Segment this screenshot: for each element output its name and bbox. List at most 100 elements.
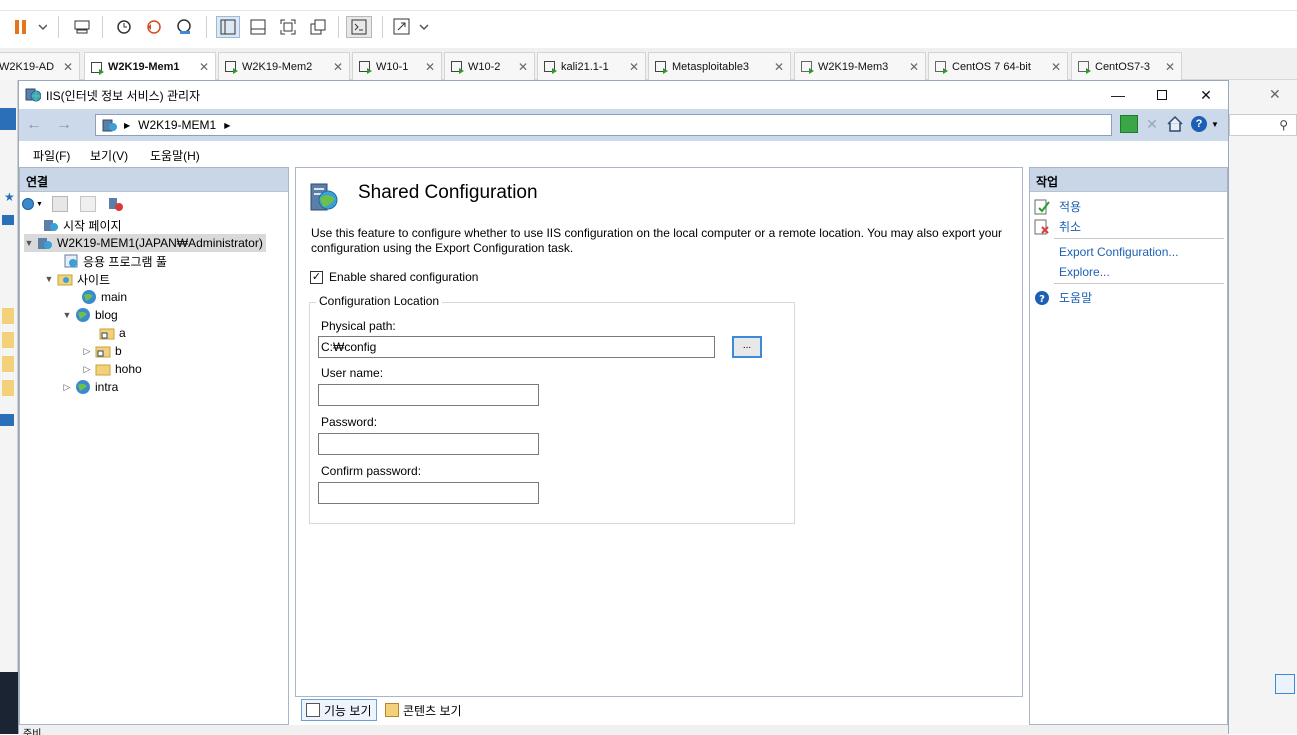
vm-tab-centos7-3[interactable]: CentOS7-3 ✕ xyxy=(1071,52,1182,80)
tree-item-app-a[interactable]: a xyxy=(86,324,126,342)
close-icon[interactable]: ✕ xyxy=(1165,60,1175,74)
action-apply[interactable]: 적용 xyxy=(1034,198,1081,215)
forward-button[interactable]: → xyxy=(53,116,75,134)
refresh-icon[interactable] xyxy=(1120,115,1138,133)
close-icon[interactable]: ✕ xyxy=(333,60,343,74)
menu-file[interactable]: 파일(F) xyxy=(33,147,70,164)
pause-button[interactable] xyxy=(12,16,48,38)
confirm-password-input[interactable] xyxy=(318,482,539,504)
tree-item-app-pools[interactable]: 응용 프로그램 풀 xyxy=(50,252,167,270)
close-icon[interactable]: ✕ xyxy=(629,60,639,74)
vm-tab-w2k19-ad[interactable]: W2K19-AD ✕ xyxy=(0,52,80,80)
vm-tab-metasploitable3[interactable]: Metasploitable3 ✕ xyxy=(648,52,791,80)
tree-item-sites[interactable]: ▼ 사이트 xyxy=(44,270,111,288)
vm-tab-w2k19-mem2[interactable]: W2K19-Mem2 ✕ xyxy=(218,52,350,80)
up-level-icon[interactable] xyxy=(80,196,96,212)
revert-snapshot-button[interactable] xyxy=(142,16,166,38)
chevron-down-icon[interactable]: ▼ xyxy=(24,238,34,248)
vm-tab-bar: W2K19-AD ✕ W2K19-Mem1 ✕ W2K19-Mem2 ✕ W10… xyxy=(0,48,1297,81)
enable-shared-config-label: Enable shared configuration xyxy=(329,270,479,284)
close-icon[interactable]: ✕ xyxy=(1269,86,1281,103)
chevron-right-icon[interactable]: ▷ xyxy=(82,364,92,375)
chevron-down-icon[interactable]: ▼ xyxy=(44,274,54,284)
action-cancel[interactable]: 취소 xyxy=(1034,218,1081,235)
vmware-toolbar xyxy=(0,0,1297,48)
action-explore[interactable]: Explore... xyxy=(1059,265,1110,279)
close-icon[interactable]: ✕ xyxy=(774,60,784,74)
action-label: 취소 xyxy=(1059,220,1082,234)
tree-item-site-intra[interactable]: ▷ intra xyxy=(62,378,118,396)
home-icon[interactable] xyxy=(1165,114,1185,134)
address-box[interactable]: ▶ W2K19-MEM1 ▶ xyxy=(95,114,1112,136)
tab-features-view[interactable]: 기능 보기 xyxy=(301,699,377,721)
enable-shared-config-row[interactable]: ✓ Enable shared configuration xyxy=(310,270,478,284)
close-icon[interactable]: ✕ xyxy=(518,60,528,74)
breadcrumb-arrow-icon[interactable]: ▶ xyxy=(224,121,230,130)
vm-tab-centos7[interactable]: CentOS 7 64-bit ✕ xyxy=(928,52,1068,80)
chevron-right-icon[interactable]: ▷ xyxy=(82,346,92,357)
stop-icon[interactable]: ✕ xyxy=(1143,115,1161,133)
disconnect-icon[interactable] xyxy=(108,196,124,212)
vm-tab-w2k19-mem3[interactable]: W2K19-Mem3 ✕ xyxy=(794,52,926,80)
tree-item-app-b[interactable]: ▷ b xyxy=(82,342,122,360)
vm-tab-label: W10-2 xyxy=(468,60,501,73)
thumbnail-bar-button[interactable] xyxy=(246,16,270,38)
vm-tab-w10-1[interactable]: W10-1 ✕ xyxy=(352,52,442,80)
close-icon: ✕ xyxy=(1200,86,1212,103)
tree-item-site-blog[interactable]: ▼ blog xyxy=(62,306,118,324)
tree-item-site-main[interactable]: main xyxy=(68,288,127,306)
snapshot-manager-icon xyxy=(177,19,191,34)
tree-item-start-page[interactable]: 시작 페이지 xyxy=(30,216,122,234)
snapshot-manager-button[interactable] xyxy=(172,16,196,38)
close-icon[interactable]: ✕ xyxy=(1051,60,1061,74)
actions-divider xyxy=(1054,238,1224,239)
help-icon: ? xyxy=(1191,116,1207,132)
password-input[interactable] xyxy=(318,433,539,455)
close-icon[interactable]: ✕ xyxy=(199,60,209,74)
vm-tab-w10-2[interactable]: W10-2 ✕ xyxy=(444,52,535,80)
tree-label: 응용 프로그램 풀 xyxy=(83,254,167,269)
browse-button[interactable]: ... xyxy=(732,336,762,358)
action-help[interactable]: ? 도움말 xyxy=(1034,289,1092,306)
library-toggle-button[interactable] xyxy=(216,16,240,38)
send-ctrl-alt-del-button[interactable] xyxy=(70,16,94,38)
console-view-button[interactable] xyxy=(346,16,372,38)
action-export-configuration[interactable]: Export Configuration... xyxy=(1059,245,1178,259)
vm-tab-w2k19-mem1[interactable]: W2K19-Mem1 ✕ xyxy=(84,52,216,81)
connect-button[interactable]: ▼ xyxy=(22,196,44,212)
stretch-view-button[interactable] xyxy=(392,16,432,38)
fullscreen-button[interactable] xyxy=(276,16,300,38)
physical-path-input[interactable] xyxy=(318,336,715,358)
close-icon[interactable]: ✕ xyxy=(63,60,73,74)
chevron-down-icon[interactable]: ▼ xyxy=(62,310,72,320)
tab-content-view[interactable]: 콘텐츠 보기 xyxy=(381,699,466,721)
tree-label: intra xyxy=(95,380,119,394)
tree-label: a xyxy=(119,326,126,340)
guest-search-box[interactable]: ⚲ xyxy=(1229,114,1297,136)
apply-icon xyxy=(1034,199,1050,215)
menu-help[interactable]: 도움말(H) xyxy=(150,147,200,164)
enable-shared-config-checkbox[interactable]: ✓ xyxy=(310,270,323,284)
close-button[interactable]: ✕ xyxy=(1184,83,1228,107)
save-icon[interactable] xyxy=(52,196,68,212)
vm-tab-kali[interactable]: kali21.1-1 ✕ xyxy=(537,52,646,80)
vm-stopped-icon xyxy=(1078,61,1091,74)
snapshot-button[interactable] xyxy=(112,16,136,38)
close-icon[interactable]: ✕ xyxy=(909,60,919,74)
help-dropdown[interactable]: ? ▼ xyxy=(1191,114,1225,134)
maximize-button[interactable] xyxy=(1140,83,1184,107)
breadcrumb-server[interactable]: W2K19-MEM1 xyxy=(138,118,216,132)
tab-label: 기능 보기 xyxy=(324,703,372,718)
tree-item-server[interactable]: ▼ W2K19-MEM1(JAPAN₩Administrator) xyxy=(24,234,266,252)
unity-button[interactable] xyxy=(306,16,330,38)
vm-tab-label: CentOS7-3 xyxy=(1095,60,1151,73)
user-name-input[interactable] xyxy=(318,384,539,406)
minimize-button[interactable]: — xyxy=(1096,83,1140,107)
chevron-right-icon[interactable]: ▷ xyxy=(62,382,72,393)
close-icon[interactable]: ✕ xyxy=(425,60,435,74)
server-icon xyxy=(37,235,53,251)
menu-view[interactable]: 보기(V) xyxy=(90,147,128,164)
details-view-icon[interactable] xyxy=(1275,674,1295,694)
back-button[interactable]: ← xyxy=(23,116,45,134)
tree-item-folder-hoho[interactable]: ▷ hoho xyxy=(82,360,142,378)
